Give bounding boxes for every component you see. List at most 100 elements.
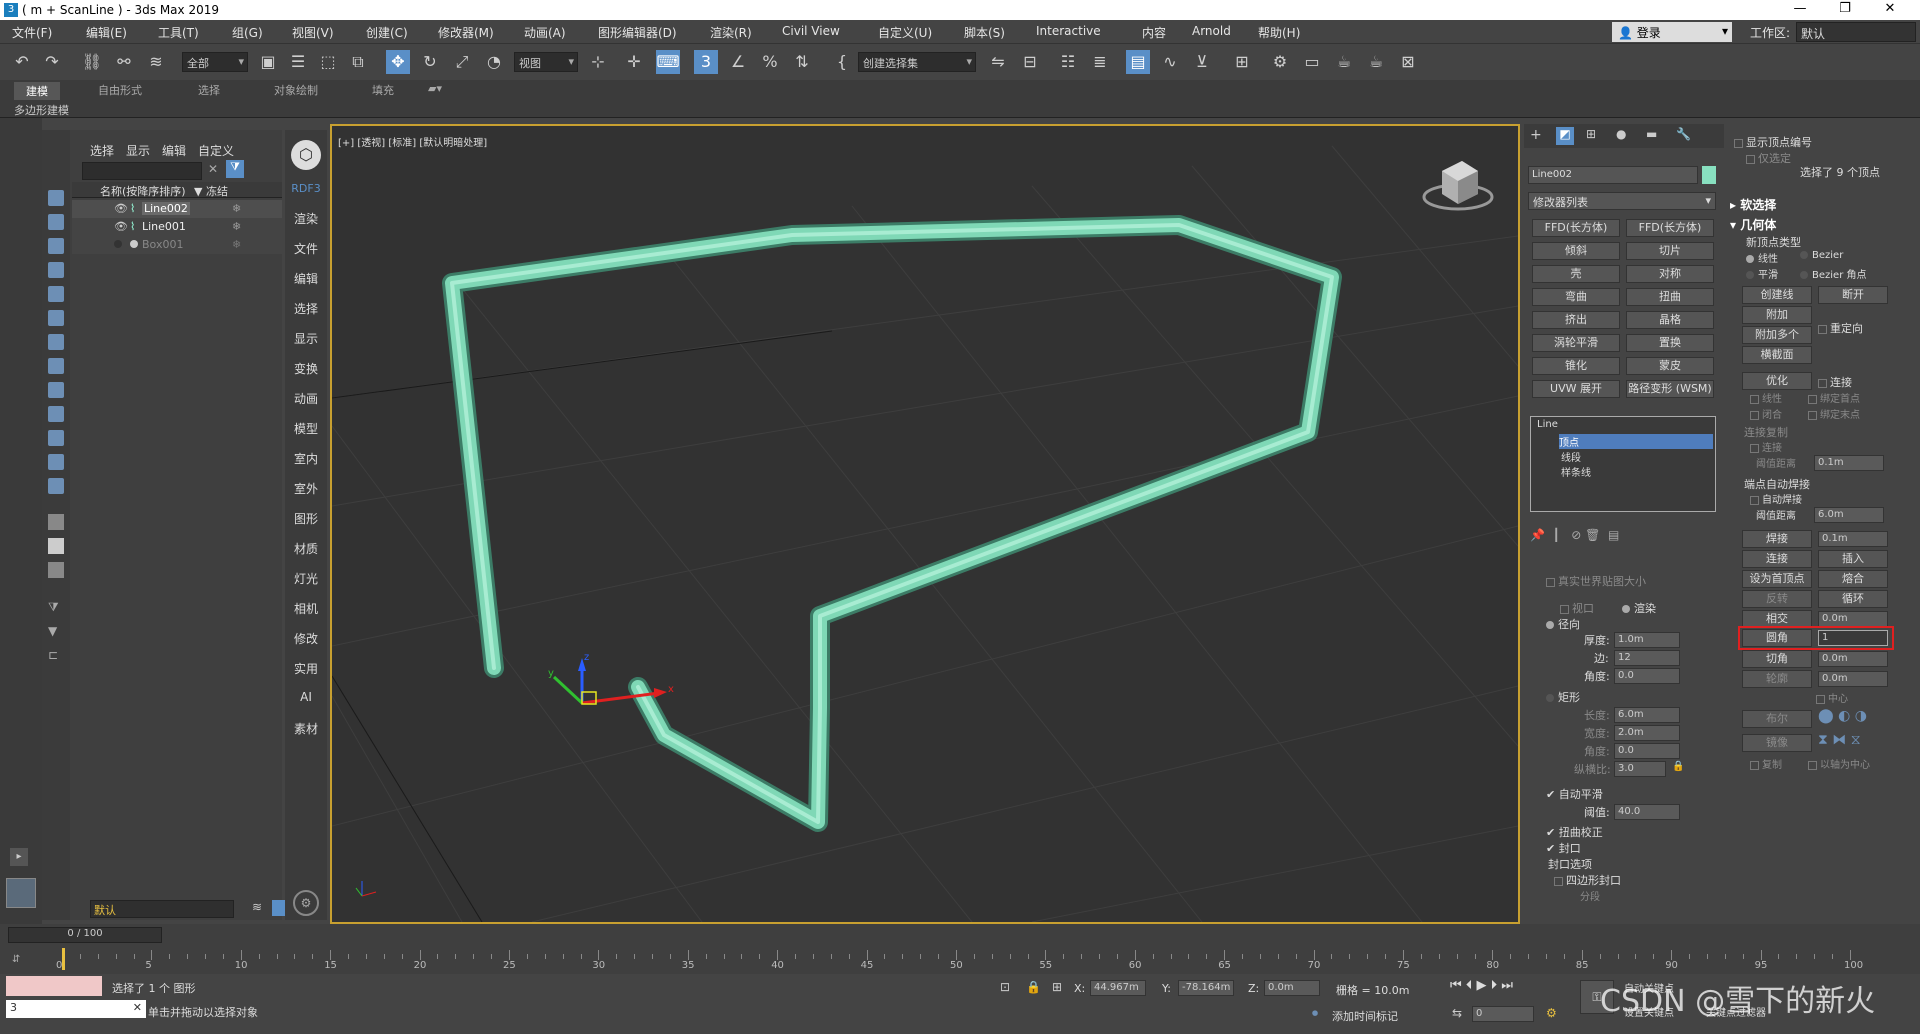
cmd-file[interactable]: 文件 xyxy=(285,240,327,257)
length-spinner[interactable]: 6.0m xyxy=(1614,707,1680,723)
z-coord[interactable]: 0.0m xyxy=(1264,980,1320,996)
cmd-ai[interactable]: AI xyxy=(285,690,327,704)
mod-taper[interactable]: 锥化 xyxy=(1532,357,1620,375)
enable-render[interactable]: 渲染 xyxy=(1622,600,1656,616)
place-icon[interactable]: ◔ xyxy=(482,50,506,74)
display-containers-icon[interactable] xyxy=(48,430,64,446)
cmd-display[interactable]: 显示 xyxy=(285,330,327,347)
col-name[interactable]: 名称(按降序排序) xyxy=(100,183,186,199)
cmd-animation[interactable]: 动画 xyxy=(285,390,327,407)
unlink-icon[interactable]: ⚯ xyxy=(112,50,136,74)
real-world-label[interactable]: 真实世界贴图大小 xyxy=(1546,573,1646,589)
outline-spinner[interactable]: 0.0m xyxy=(1818,671,1888,687)
scene-menu-display[interactable]: 显示 xyxy=(126,142,150,159)
bind-last-check[interactable]: 绑定末点 xyxy=(1808,406,1860,421)
menu-scripting[interactable]: 脚本(S) xyxy=(964,24,1005,41)
cmd-material[interactable]: 材质 xyxy=(285,540,327,557)
menu-create[interactable]: 创建(C) xyxy=(366,24,408,41)
closed-check[interactable]: 闭合 xyxy=(1750,406,1782,421)
twist-correction-check[interactable]: ✔ 扭曲校正 xyxy=(1546,824,1603,840)
filter-toggle-icon[interactable]: ⧩ xyxy=(226,160,244,178)
spinner-snap-icon[interactable]: ⇅ xyxy=(790,50,814,74)
fuse-button[interactable]: 熔合 xyxy=(1818,570,1888,588)
minimize-icon[interactable]: — xyxy=(1780,1,1820,19)
make-first-button[interactable]: 设为首顶点 xyxy=(1742,570,1812,588)
connect-button[interactable]: 连接 xyxy=(1742,550,1812,568)
aspect-spinner[interactable]: 3.0 xyxy=(1614,761,1666,777)
menu-file[interactable]: 文件(F) xyxy=(12,24,52,41)
motion-tab-icon[interactable]: ● xyxy=(1616,127,1626,141)
view-cube[interactable] xyxy=(1422,161,1494,211)
weld-spinner[interactable]: 0.1m xyxy=(1818,531,1888,547)
keyboard-shortcut-override-icon[interactable]: ⌨ xyxy=(656,50,680,74)
stack-line[interactable]: Line xyxy=(1537,419,1558,430)
display-frozen-icon[interactable] xyxy=(48,454,64,470)
pivot-center-icon[interactable]: ⊹ xyxy=(586,50,610,74)
material-editor-icon[interactable]: ⊞ xyxy=(1230,50,1254,74)
scene-row-line001[interactable]: 👁 ⌇ Line001 ❄ xyxy=(72,218,282,236)
selected-only[interactable]: 仅选定 xyxy=(1746,150,1791,166)
conn-threshold-spinner[interactable]: 0.1m xyxy=(1814,455,1884,471)
utilities-tab-icon[interactable]: 🔧 xyxy=(1676,127,1691,141)
close-icon[interactable]: ✕ xyxy=(1870,1,1910,19)
width-spinner[interactable]: 2.0m xyxy=(1614,725,1680,741)
cmd-model[interactable]: 模型 xyxy=(285,420,327,437)
ribbon-options-icon[interactable]: ▰▾ xyxy=(428,82,442,95)
snaps-toggle-icon[interactable]: 3 xyxy=(694,50,718,74)
center-check[interactable]: 中心 xyxy=(1816,690,1848,705)
pin-stack-icon[interactable]: 📌 xyxy=(1530,528,1545,542)
time-slider[interactable]: 0 / 100 xyxy=(8,927,162,943)
chamfer-spinner[interactable]: 0.0m xyxy=(1818,651,1888,667)
cmd-assets[interactable]: 素材 xyxy=(285,720,327,737)
goto-start-icon[interactable]: ⏮ xyxy=(1450,978,1462,993)
menu-group[interactable]: 组(G) xyxy=(232,24,263,41)
menu-arnold[interactable]: Arnold xyxy=(1192,24,1231,38)
next-frame-icon[interactable]: ⏵ xyxy=(1491,978,1498,993)
display-cameras-icon[interactable] xyxy=(48,286,64,302)
mod-lattice[interactable]: 晶格 xyxy=(1626,311,1714,329)
menu-help[interactable]: 帮助(H) xyxy=(1258,24,1300,41)
mod-uvw-unwrap[interactable]: UVW 展开 xyxy=(1532,380,1620,398)
reference-coordinate-dropdown[interactable]: 视图 xyxy=(514,52,578,72)
display-bones-icon[interactable] xyxy=(48,406,64,422)
ribbon-toggle-icon[interactable]: ▤ xyxy=(1126,50,1150,74)
scene-row-box001[interactable]: Box001 ❄ xyxy=(72,236,282,254)
bind-first-check[interactable]: 绑定首点 xyxy=(1808,390,1860,405)
close-thumb-icon[interactable]: ✕ xyxy=(133,1001,142,1014)
menu-content[interactable]: 内容 xyxy=(1142,24,1166,41)
cmd-modify[interactable]: 修改 xyxy=(285,630,327,647)
scene-search-input[interactable] xyxy=(82,162,202,180)
mod-displace[interactable]: 置换 xyxy=(1626,334,1714,352)
connect-copy-check[interactable]: 连接 xyxy=(1750,439,1782,454)
reverse-button[interactable]: 反转 xyxy=(1742,590,1812,608)
prev-frame-icon[interactable]: ⏴ xyxy=(1466,978,1473,993)
add-time-tag[interactable]: 添加时间标记 xyxy=(1332,1008,1398,1024)
ribbon-tab-modeling[interactable]: 建模 xyxy=(14,82,60,100)
mod-shell[interactable]: 壳 xyxy=(1532,265,1620,283)
menu-interactive[interactable]: Interactive xyxy=(1036,24,1101,38)
cross-section-button[interactable]: 横截面 xyxy=(1742,346,1812,364)
layer-dropdown[interactable]: 默认 xyxy=(90,900,234,918)
layer-icon[interactable]: ⊏ xyxy=(48,648,58,662)
break-button[interactable]: 断开 xyxy=(1818,286,1888,304)
menu-graph-editors[interactable]: 图形编辑器(D) xyxy=(598,24,677,41)
rectangular-radio[interactable]: 矩形 xyxy=(1546,689,1580,705)
cmd-exterior[interactable]: 室外 xyxy=(285,480,327,497)
create-line-button[interactable]: 创建线 xyxy=(1742,286,1812,304)
x-coord[interactable]: 44.967m xyxy=(1090,980,1146,996)
key-mode-icon[interactable]: ⇆ xyxy=(1452,1006,1462,1020)
display-lights-icon[interactable] xyxy=(48,262,64,278)
display-groups-icon[interactable] xyxy=(48,358,64,374)
goto-end-icon[interactable]: ⏭ xyxy=(1501,978,1513,993)
display-hidden-icon[interactable] xyxy=(48,478,64,494)
invert-display-icon[interactable] xyxy=(48,562,64,578)
weld-threshold-spinner[interactable]: 6.0m xyxy=(1814,507,1884,523)
create-tab-icon[interactable]: + xyxy=(1530,127,1542,143)
align-icon[interactable]: ⊟ xyxy=(1018,50,1042,74)
col-freeze[interactable]: ▼ 冻结 xyxy=(194,183,228,199)
show-vertex-numbers[interactable]: 显示顶点编号 xyxy=(1734,134,1812,150)
weld-button[interactable]: 焊接 xyxy=(1742,530,1812,548)
redo-icon[interactable]: ↷ xyxy=(40,50,64,74)
menu-rendering[interactable]: 渲染(R) xyxy=(710,24,752,41)
fillet-button[interactable]: 圆角 xyxy=(1742,629,1812,647)
